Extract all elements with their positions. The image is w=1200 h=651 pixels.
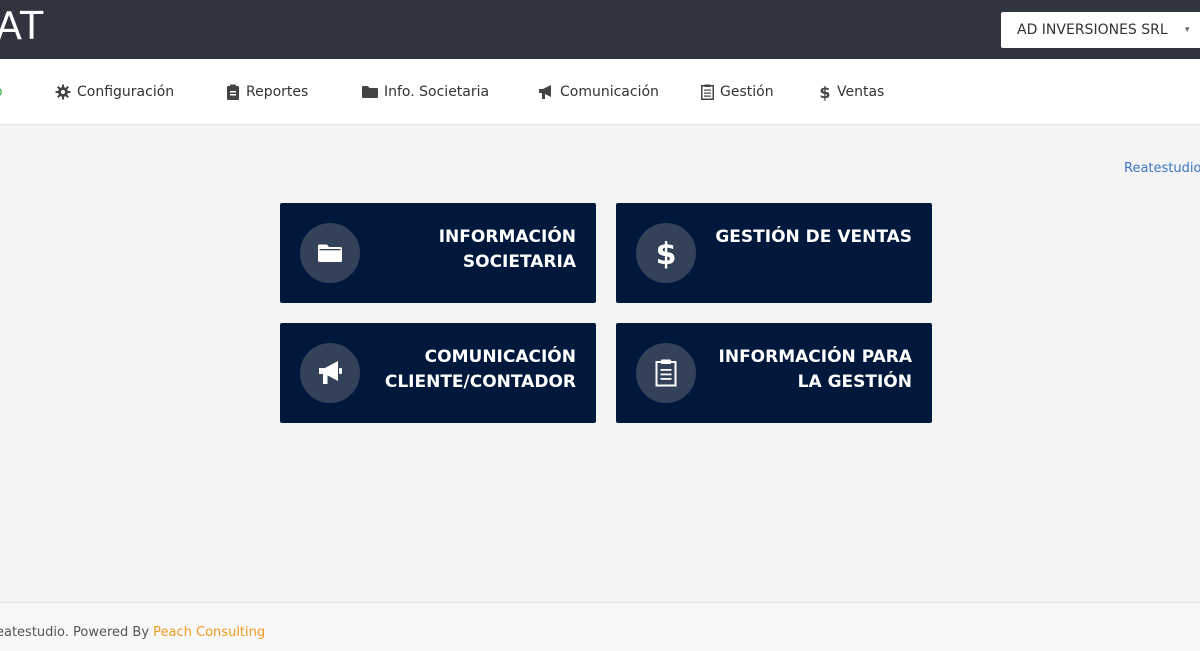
dollar-icon: $ bbox=[819, 83, 830, 101]
card-gestion-ventas[interactable]: $ GESTIÓN DE VENTAS bbox=[616, 203, 932, 303]
card-title: INFORMACIÓN PARA LA GESTIÓN bbox=[718, 347, 912, 392]
nav-item-label: Comunicación bbox=[560, 84, 659, 100]
card-icon-circle bbox=[636, 343, 696, 403]
nav-item-ventas[interactable]: $ Ventas bbox=[819, 59, 884, 125]
clipboard-list-icon bbox=[655, 359, 677, 387]
nav-item-info-societaria[interactable]: Info. Societaria bbox=[362, 59, 489, 125]
card-informacion-gestion[interactable]: INFORMACIÓN PARA LA GESTIÓN bbox=[616, 323, 932, 423]
folder-icon bbox=[362, 86, 378, 98]
nav-item-gestion[interactable]: Gestión bbox=[701, 59, 774, 125]
svg-text:$: $ bbox=[656, 237, 677, 270]
gear-icon bbox=[55, 84, 71, 100]
footer-text: eatestudio. Powered By Peach Consulting bbox=[0, 625, 265, 640]
nav-item-reportes[interactable]: Reportes bbox=[226, 59, 308, 125]
nav-item-label: Info. Societaria bbox=[384, 84, 490, 100]
card-title: INFORMACIÓN SOCIETARIA bbox=[438, 227, 576, 272]
nav-item-label: Ventas bbox=[837, 84, 885, 100]
dollar-icon: $ bbox=[656, 237, 677, 270]
card-informacion-societaria[interactable]: INFORMACIÓN SOCIETARIA bbox=[280, 203, 596, 303]
user-link[interactable]: Reatestudio bbox=[1124, 161, 1200, 176]
footer-brand-link[interactable]: Peach Consulting bbox=[153, 625, 265, 640]
app-logo[interactable]: AT bbox=[0, 4, 44, 48]
megaphone-icon bbox=[319, 361, 342, 384]
card-title: GESTIÓN DE VENTAS bbox=[715, 227, 912, 247]
card-icon-circle bbox=[300, 343, 360, 403]
top-header: AT AD INVERSIONES SRL ▾ bbox=[0, 0, 1200, 59]
nav-item-partial[interactable]: o bbox=[0, 59, 3, 125]
footer: eatestudio. Powered By Peach Consulting bbox=[0, 602, 1200, 651]
footer-copyright: eatestudio. Powered By bbox=[0, 625, 154, 640]
card-comunicacion[interactable]: COMUNICACIÓN CLIENTE/CONTADOR bbox=[280, 323, 596, 423]
nav-item-comunicacion[interactable]: Comunicación bbox=[538, 59, 659, 125]
document-list-icon bbox=[701, 84, 714, 100]
folder-icon bbox=[318, 244, 342, 262]
svg-text:$: $ bbox=[819, 83, 830, 101]
nav-item-configuracion[interactable]: Configuración bbox=[55, 59, 174, 125]
clipboard-icon bbox=[227, 84, 239, 100]
company-select-value: AD INVERSIONES SRL bbox=[1017, 22, 1168, 38]
chevron-down-icon: ▾ bbox=[1185, 25, 1190, 35]
card-icon-circle: $ bbox=[636, 223, 696, 283]
company-select[interactable]: AD INVERSIONES SRL ▾ bbox=[1001, 12, 1200, 48]
megaphone-icon bbox=[539, 85, 551, 99]
card-icon-circle bbox=[300, 223, 360, 283]
main-nav: o Configuración Reportes bbox=[0, 59, 1200, 125]
nav-item-label: Configuración bbox=[77, 84, 175, 100]
card-title: COMUNICACIÓN CLIENTE/CONTADOR bbox=[384, 347, 576, 392]
nav-item-label: Reportes bbox=[246, 84, 309, 100]
nav-item-label: Gestión bbox=[720, 84, 774, 100]
